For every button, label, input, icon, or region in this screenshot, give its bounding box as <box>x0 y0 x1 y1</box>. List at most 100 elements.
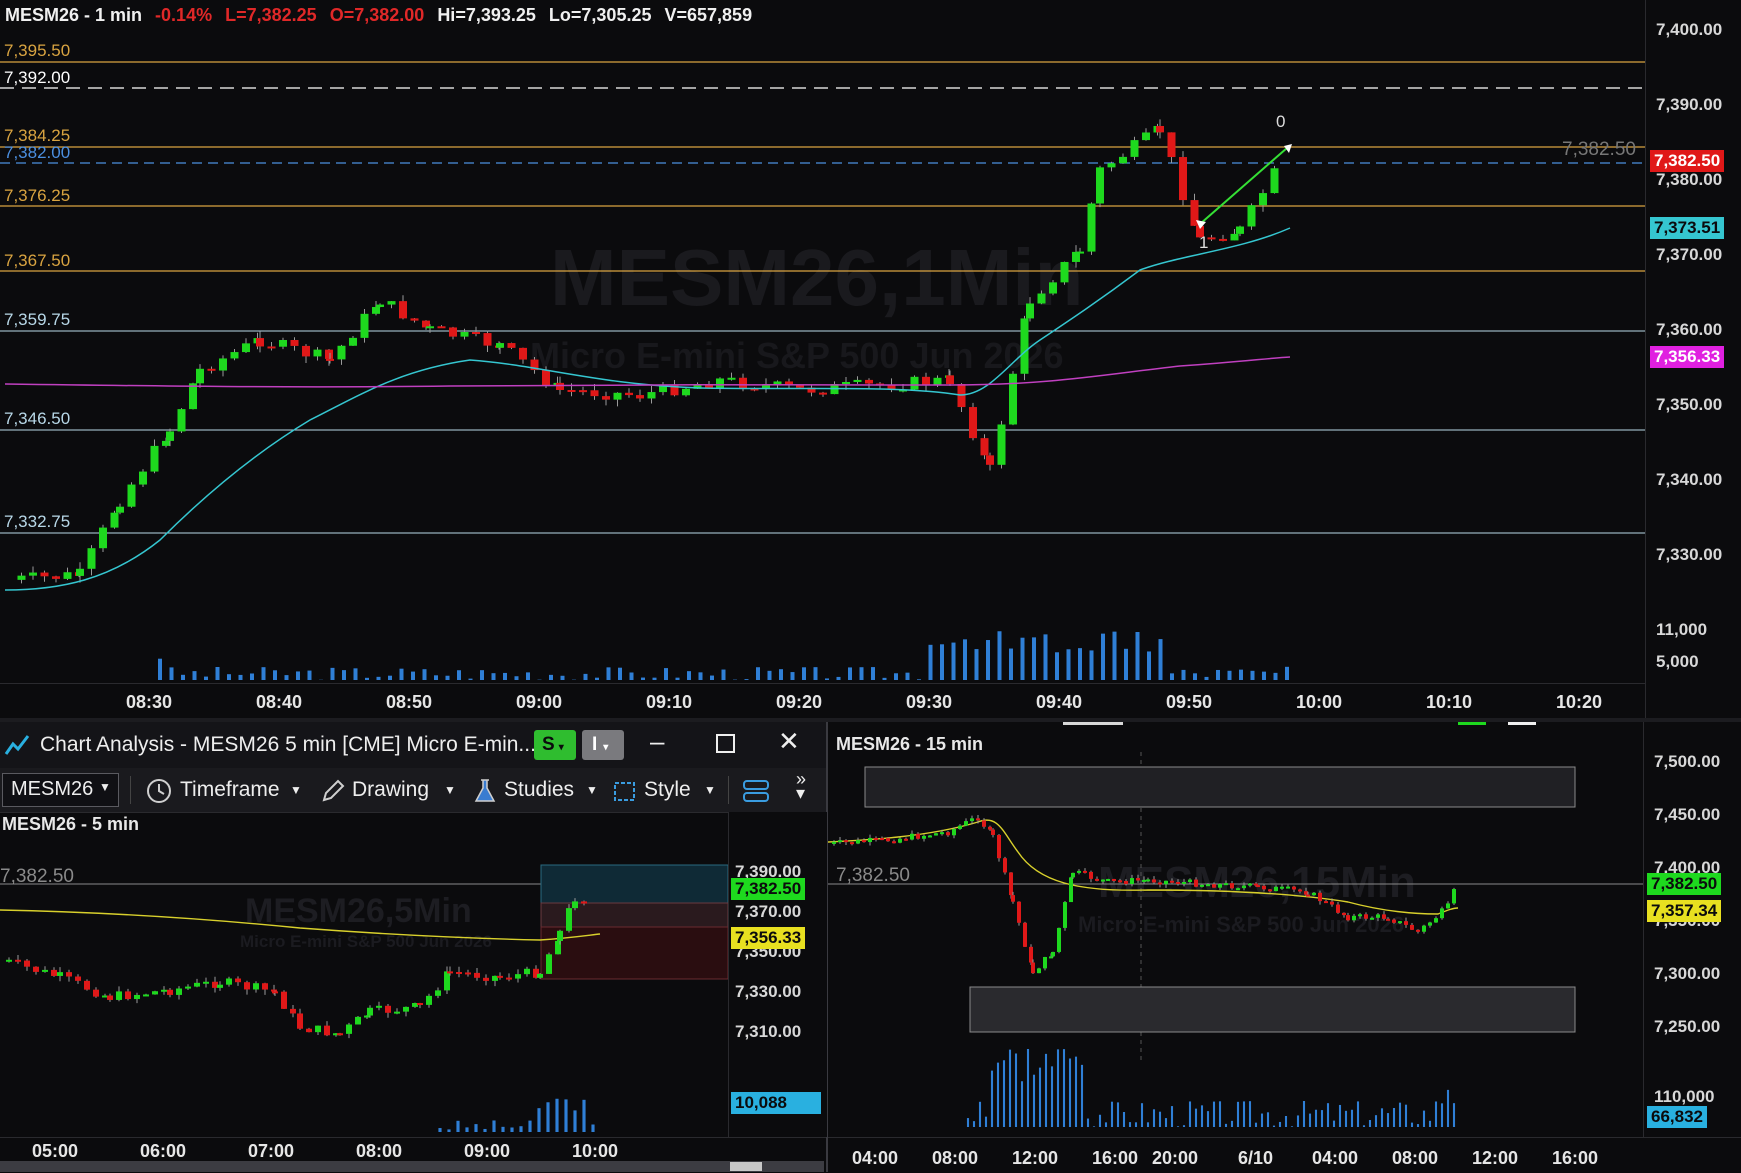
chart-toolbar: MESM26 ▼ Timeframe ▼ Drawing ▼ Studies ▼… <box>0 768 826 813</box>
candle-body <box>15 959 21 962</box>
candle-body <box>1206 884 1210 887</box>
chart15-price-axis[interactable]: 7,500.00 7,450.00 7,400.00 7,350.00 7,30… <box>1643 722 1741 1137</box>
overflow-menu-icon[interactable]: » ▾ <box>796 770 806 802</box>
candle-body <box>636 395 644 399</box>
main-chart-pane[interactable]: MESM26,1Min Micro E-mini S&P 500 Jun 202… <box>0 0 1645 683</box>
candle-body <box>1230 233 1239 241</box>
candle-body <box>125 991 131 1000</box>
main-chart-canvas[interactable]: MESM26,1Min Micro E-mini S&P 500 Jun 202… <box>0 0 1645 683</box>
indicator-button[interactable]: I ▾ <box>582 730 624 760</box>
candle-body <box>219 358 227 371</box>
candle-body <box>364 1015 370 1018</box>
candle-body <box>51 969 57 976</box>
chart15-time-axis[interactable]: 04:00 08:00 12:00 16:00 20:00 6/10 04:00… <box>828 1137 1741 1173</box>
candle-body <box>958 825 962 829</box>
chart15-canvas[interactable]: MESM26,15Min Micro E-mini S&P 500 Jun 20… <box>828 722 1643 1137</box>
candle-body <box>271 989 277 992</box>
candle-body <box>203 981 209 984</box>
support-zone[interactable] <box>969 986 1576 1033</box>
candle-body <box>376 304 384 308</box>
candle-body <box>1069 877 1073 903</box>
layout-icon[interactable] <box>742 778 770 804</box>
candle-body <box>892 841 896 844</box>
chart5-pane[interactable]: MESM26,5Min Micro E-mini S&P 500 Jun 202… <box>0 812 728 1137</box>
candle-body <box>1170 880 1174 883</box>
candle-body <box>226 978 232 985</box>
candle-body <box>189 383 197 410</box>
candle-body <box>1194 879 1198 887</box>
main-watermark: MESM26,1Min <box>550 233 1083 322</box>
strategy-button[interactable]: S ▾ <box>534 730 576 760</box>
symbol-selector[interactable]: MESM26 ▼ <box>2 773 119 807</box>
candle-body <box>1096 167 1104 204</box>
level-label: 7,332.75 <box>4 512 71 531</box>
main-time-axis[interactable]: 08:30 08:40 08:50 09:00 09:10 09:20 09:3… <box>0 683 1645 719</box>
candle-body <box>928 835 932 838</box>
candle-body <box>1200 884 1204 887</box>
candle-body <box>519 347 527 360</box>
candle-body <box>1330 901 1334 905</box>
main-price-axis[interactable]: 7,400.00 7,390.00 7,380.00 7,370.00 7,36… <box>1645 0 1741 718</box>
time-tick: 08:00 <box>932 1148 979 1168</box>
price-tick: 7,450.00 <box>1654 805 1721 824</box>
candle-body <box>997 424 1006 465</box>
clock-icon <box>147 779 171 803</box>
time-tick: 09:30 <box>906 692 953 712</box>
candle-body <box>537 973 543 978</box>
candle-body <box>970 818 974 822</box>
candle-body <box>1259 193 1267 206</box>
time-tick: 10:20 <box>1556 692 1603 712</box>
resistance-zone[interactable] <box>864 766 1576 808</box>
candle-body <box>116 991 122 1000</box>
chart5-title: MESM26 - 5 min <box>2 814 140 834</box>
candle-body <box>1009 373 1017 425</box>
candle-body <box>1167 132 1176 158</box>
demand-zone[interactable] <box>540 926 728 980</box>
candle-body <box>1020 318 1029 374</box>
chart-analysis-window[interactable]: Chart Analysis - MESM26 5 min [CME] Micr… <box>0 722 828 1172</box>
candle-body <box>1247 205 1256 227</box>
volume-tick: 5,000 <box>1656 652 1699 671</box>
chart5-canvas[interactable]: MESM26,5Min Micro E-mini S&P 500 Jun 202… <box>0 812 728 1137</box>
price-tick: 7,330.00 <box>735 982 802 1001</box>
close-button[interactable]: ✕ <box>778 726 800 757</box>
chart5-volume-bars <box>438 1098 595 1132</box>
candle-body <box>150 445 159 472</box>
candle-body <box>1009 872 1013 896</box>
candle-body <box>76 568 84 576</box>
candle-body <box>460 331 469 337</box>
candle-body <box>194 982 200 987</box>
candle-body <box>1087 203 1096 252</box>
caret-icon: ▾ <box>603 742 609 753</box>
candle-body <box>515 974 521 979</box>
price-tick: 7,370.00 <box>1656 245 1723 264</box>
horizontal-scrollbar[interactable] <box>0 1161 824 1172</box>
candle-body <box>1292 886 1296 890</box>
chart5-price-axis[interactable]: 7,390.00 7,370.00 7,350.00 7,330.00 7,31… <box>728 812 827 1137</box>
candle-body <box>290 340 299 346</box>
candle-body <box>727 377 736 380</box>
supply-zone[interactable] <box>540 864 728 904</box>
candle-body <box>337 1033 343 1036</box>
candle-body <box>29 572 37 576</box>
candle-body <box>17 575 26 580</box>
candle-body <box>306 1028 312 1033</box>
candle-body <box>916 833 920 839</box>
maximize-button[interactable] <box>716 734 735 753</box>
candle-body <box>1077 870 1081 873</box>
window-top-indicator <box>1508 722 1536 725</box>
scrollbar-thumb[interactable] <box>730 1162 762 1171</box>
chart15-watermark: MESM26,15Min <box>1098 858 1416 907</box>
style-label: Style <box>644 778 691 801</box>
window-title-bar[interactable]: Chart Analysis - MESM26 5 min [CME] Micr… <box>0 722 826 768</box>
chart5-time-axis[interactable]: 05:00 06:00 07:00 08:00 09:00 10:00 <box>0 1137 826 1162</box>
candle-body <box>819 392 827 395</box>
candle-body <box>1037 968 1041 974</box>
chart15-pane[interactable]: MESM26,15Min Micro E-mini S&P 500 Jun 20… <box>828 722 1643 1137</box>
candle-body <box>1212 884 1216 888</box>
candle-body <box>934 833 938 836</box>
candle-body <box>367 1007 373 1016</box>
level-label: 7,367.50 <box>4 251 71 270</box>
candle-body <box>1017 901 1021 923</box>
minimize-button[interactable]: – <box>650 726 664 757</box>
